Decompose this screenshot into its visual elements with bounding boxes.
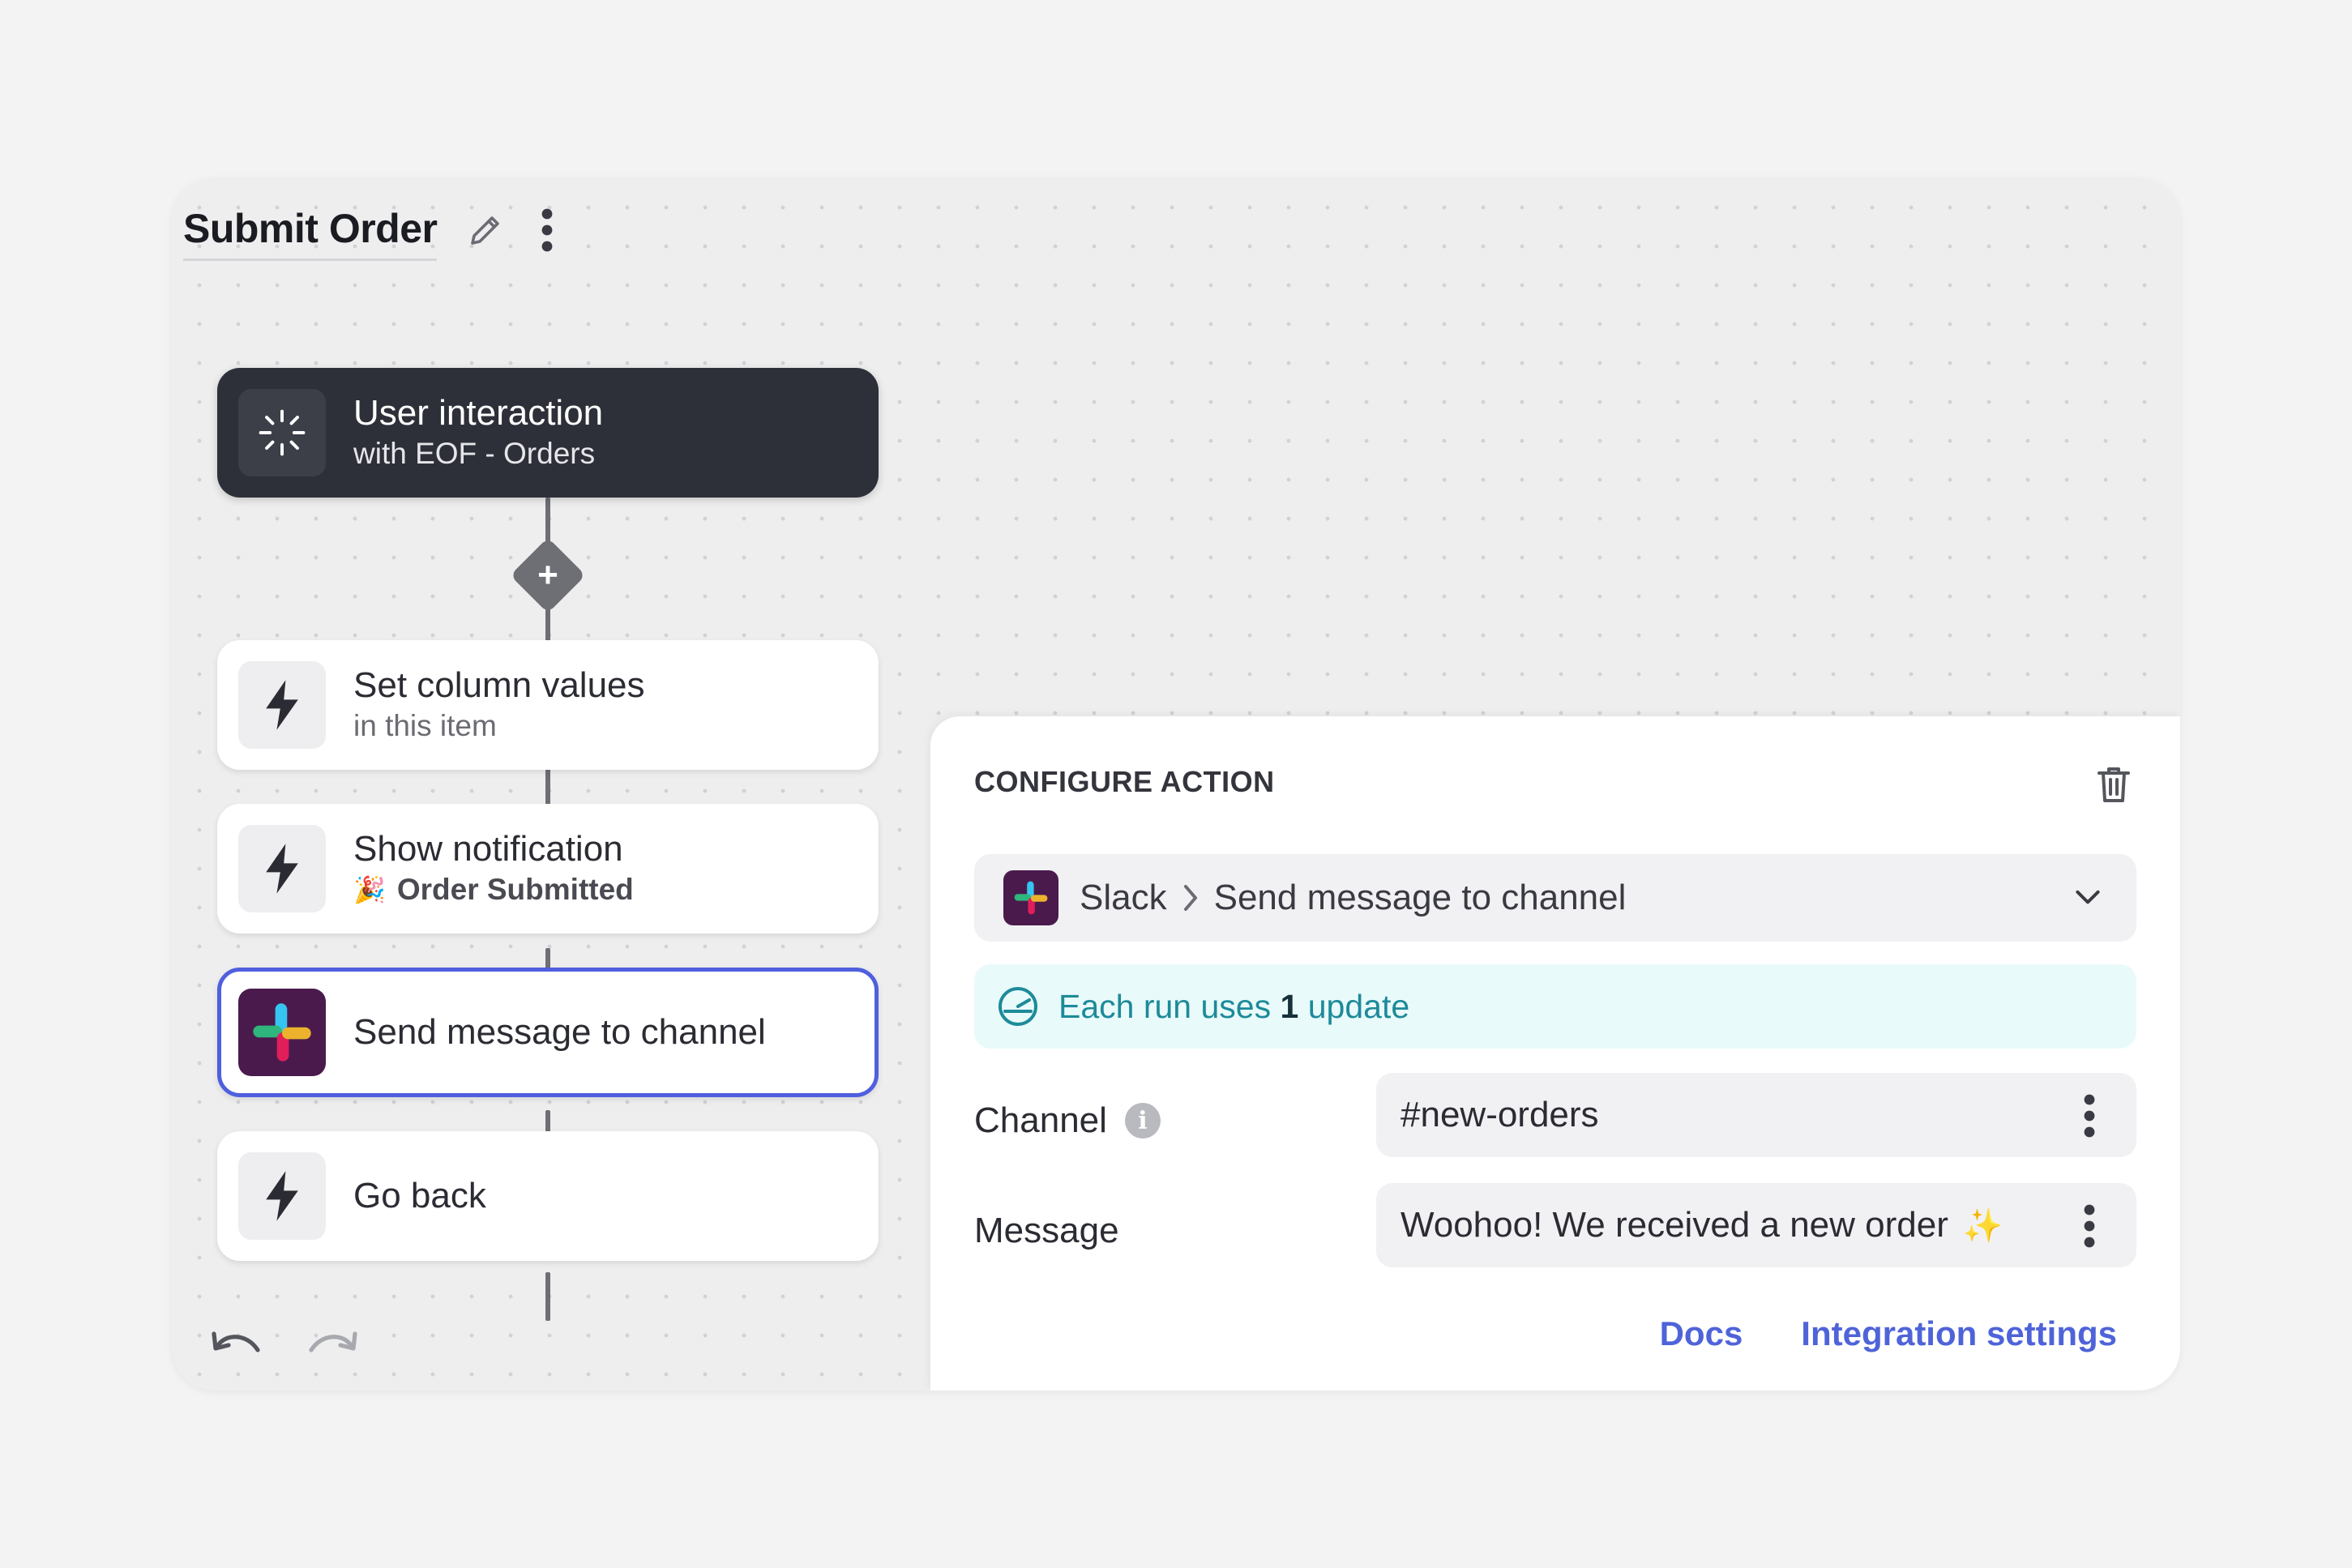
- flow-node-show-notification[interactable]: Show notification 🎉 Order Submitted: [217, 804, 879, 934]
- sparkle-burst-icon: [238, 389, 326, 476]
- lightning-icon: [238, 661, 326, 749]
- flow-connector: [545, 1272, 550, 1321]
- node-title: Show notification: [353, 829, 623, 869]
- flow-node-go-back[interactable]: Go back: [217, 1131, 879, 1261]
- more-options-icon[interactable]: [2083, 1203, 2096, 1250]
- panel-header: CONFIGURE ACTION: [974, 765, 1275, 798]
- channel-value: #new-orders: [1401, 1095, 1599, 1134]
- more-options-icon[interactable]: [2083, 1092, 2096, 1139]
- integration-settings-link[interactable]: Integration settings: [1801, 1314, 2117, 1353]
- chevron-right-icon: [1183, 885, 1197, 911]
- node-subtitle: with EOF - Orders: [353, 437, 596, 470]
- flow-node-set-column-values[interactable]: Set column values in this item: [217, 640, 879, 770]
- configure-action-panel: CONFIGURE ACTION Slack Send message to c…: [930, 716, 2180, 1391]
- channel-label: Channel i: [974, 1100, 1161, 1141]
- lightning-icon: [238, 1152, 326, 1240]
- message-label: Message: [974, 1211, 1119, 1250]
- edit-pencil-icon[interactable]: [466, 211, 505, 250]
- undo-icon[interactable]: [207, 1324, 264, 1365]
- docs-link[interactable]: Docs: [1660, 1314, 1743, 1353]
- node-subtitle: 🎉 Order Submitted: [353, 870, 634, 909]
- lightning-icon: [238, 825, 326, 912]
- channel-field[interactable]: #new-orders: [1376, 1073, 2136, 1157]
- info-icon[interactable]: i: [1124, 1103, 1161, 1139]
- selected-app: Slack: [1080, 878, 1167, 917]
- slack-icon: [238, 989, 326, 1076]
- usage-text: Each run uses 1 update: [1058, 987, 1410, 1025]
- notification-text: Order Submitted: [396, 873, 634, 906]
- redo-icon[interactable]: [305, 1324, 361, 1365]
- party-popper-icon: 🎉: [353, 875, 386, 904]
- sparkles-icon: ✨: [1962, 1207, 2003, 1244]
- flow-node-send-message[interactable]: Send message to channel: [217, 968, 879, 1097]
- add-step-button[interactable]: +: [510, 537, 586, 613]
- usage-banner: Each run uses 1 update: [974, 964, 2136, 1049]
- slack-icon: [1003, 870, 1058, 925]
- node-title: Go back: [353, 1176, 486, 1216]
- node-title: Send message to channel: [353, 1012, 766, 1052]
- panel-links: Docs Integration settings: [1660, 1314, 2117, 1353]
- node-title: Set column values: [353, 665, 645, 705]
- gauge-icon: [999, 987, 1037, 1026]
- plus-icon: +: [537, 555, 558, 595]
- workflow-window: Submit Order User interaction with EOF -…: [172, 178, 2180, 1391]
- node-subtitle: in this item: [353, 709, 497, 742]
- workflow-header: Submit Order: [183, 196, 554, 269]
- action-selector[interactable]: Slack Send message to channel: [974, 854, 2136, 942]
- selected-action: Send message to channel: [1213, 878, 1627, 917]
- trash-icon[interactable]: [2094, 763, 2133, 805]
- flow-node-trigger[interactable]: User interaction with EOF - Orders: [217, 368, 879, 498]
- node-title: User interaction: [353, 393, 604, 433]
- more-options-icon[interactable]: [541, 207, 554, 253]
- message-field[interactable]: Woohoo! We received a new order ✨: [1376, 1183, 2136, 1267]
- workflow-title: Submit Order: [183, 205, 438, 261]
- message-value: Woohoo! We received a new order: [1401, 1205, 1948, 1245]
- chevron-down-icon[interactable]: [2073, 883, 2102, 912]
